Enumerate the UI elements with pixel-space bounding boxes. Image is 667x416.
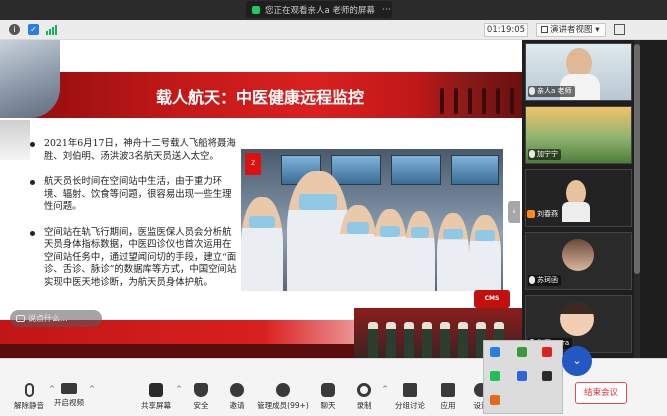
participant-name: 苏珂函 xyxy=(528,275,561,286)
antivirus-icon[interactable] xyxy=(542,347,552,357)
record-icon xyxy=(357,383,371,397)
bluetooth-icon[interactable] xyxy=(490,347,500,357)
participant-tile[interactable]: 苏珂函 xyxy=(525,232,632,290)
slide-edge-decoration xyxy=(0,120,30,160)
tray-app-icon[interactable] xyxy=(542,371,552,381)
record-button[interactable]: 录制 ^ xyxy=(349,383,388,413)
wechat-icon[interactable] xyxy=(517,347,527,357)
space-logo: CMS xyxy=(474,290,510,308)
shield-icon[interactable]: ✓ xyxy=(28,24,39,35)
mic-icon xyxy=(529,150,535,158)
comment-placeholder: 说点什么... xyxy=(28,314,68,323)
share-screen-button[interactable]: 共享屏幕 ^ xyxy=(139,383,182,413)
more-options-icon[interactable]: ⋯ xyxy=(382,5,391,15)
meeting-timer: 01:19:05 xyxy=(484,23,528,37)
slide-title: 载人航天：中医健康远程监控 xyxy=(156,88,365,107)
share-status-icon xyxy=(252,5,260,14)
chat-button[interactable]: 聊天 xyxy=(313,383,343,413)
participant-panel: 亲人a 老师 加宁宁 刘春燕 苏珂函 张国 aura xyxy=(522,40,667,358)
participant-tile[interactable]: 刘春燕 xyxy=(525,169,632,227)
chat-icon xyxy=(321,383,335,397)
collapse-panel-button[interactable]: ‹ xyxy=(508,201,520,223)
invite-button[interactable]: 邀请 xyxy=(222,383,252,413)
breakout-rooms-button[interactable]: 分组讨论 xyxy=(392,383,428,413)
fullscreen-icon[interactable] xyxy=(614,24,625,35)
mission-control-photo: Z xyxy=(241,149,503,291)
participant-tile[interactable]: 加宁宁 xyxy=(525,106,632,164)
comment-input[interactable]: 说点什么... xyxy=(10,310,102,327)
view-mode-select[interactable]: 演讲者视图 ▾ xyxy=(536,23,606,37)
bullet-item: 航天员长时间在空间站中生活，由于重力环境、辐射、饮食等问题，很容易出现一些生理性… xyxy=(30,176,238,214)
invite-icon xyxy=(230,383,244,397)
info-icon[interactable]: i xyxy=(9,24,20,35)
camera-off-icon xyxy=(61,383,77,394)
signal-icon[interactable] xyxy=(46,24,58,35)
system-tray-popup xyxy=(483,340,563,414)
participant-name: 加宁宁 xyxy=(528,149,561,160)
unmute-button[interactable]: 解除静音 ^ xyxy=(12,383,55,413)
chevron-down-icon[interactable]: ⌄ xyxy=(562,346,592,376)
astronaut-image xyxy=(0,40,60,118)
end-meeting-button[interactable]: 结束会议 xyxy=(575,382,627,404)
mic-icon xyxy=(529,276,535,284)
mic-icon xyxy=(529,87,535,95)
grid-icon xyxy=(541,26,548,33)
share-screen-icon xyxy=(149,383,163,397)
apps-button[interactable]: 应用 xyxy=(433,383,463,413)
comment-icon xyxy=(16,315,25,322)
participant-name: 刘春燕 xyxy=(526,209,561,220)
security-button[interactable]: 安全 xyxy=(186,383,216,413)
mic-muted-icon xyxy=(24,383,34,397)
avatar-icon xyxy=(527,210,535,218)
start-video-button[interactable]: 开启视频 ^ xyxy=(52,383,95,413)
title-bar: 您正在观看亲人a 老师的屏幕 ⋯ xyxy=(0,0,667,20)
participant-tile[interactable]: 亲人a 老师 xyxy=(525,43,632,101)
bullet-item: 空间站在轨飞行期间，医监医保人员会分析航天员身体指标数据，中医四诊仪也首次运用在… xyxy=(30,227,238,290)
meeting-tray-icon[interactable] xyxy=(517,371,527,381)
shield-icon xyxy=(194,383,208,397)
tray-app-icon[interactable] xyxy=(490,371,500,381)
meeting-info-bar: i ✓ 01:19:05 演讲者视图 ▾ xyxy=(0,20,667,40)
slide-bullets: 2021年6月17日，神舟十二号载人飞船将聂海胜、刘伯明、汤洪波3名航天员送入太… xyxy=(30,138,238,302)
screen-share-notice[interactable]: 您正在观看亲人a 老师的屏幕 ⋯ xyxy=(246,1,392,18)
view-mode-label: 演讲者视图 xyxy=(550,25,593,35)
share-notice-text: 您正在观看亲人a 老师的屏幕 xyxy=(265,5,375,16)
tray-app-icon[interactable] xyxy=(490,395,500,405)
bullet-item: 2021年6月17日，神舟十二号载人飞船将聂海胜、刘伯明、汤洪波3名航天员送入太… xyxy=(30,138,238,163)
manage-members-button[interactable]: 管理成员(99+) xyxy=(257,383,309,413)
mission-logo: Z xyxy=(245,153,261,175)
participant-name: 亲人a 老师 xyxy=(528,86,575,97)
guard-decoration xyxy=(420,72,522,118)
panel-scrollbar-thumb[interactable] xyxy=(634,44,640,274)
apps-icon xyxy=(441,383,455,397)
members-icon xyxy=(276,383,290,397)
breakout-icon xyxy=(403,383,417,397)
